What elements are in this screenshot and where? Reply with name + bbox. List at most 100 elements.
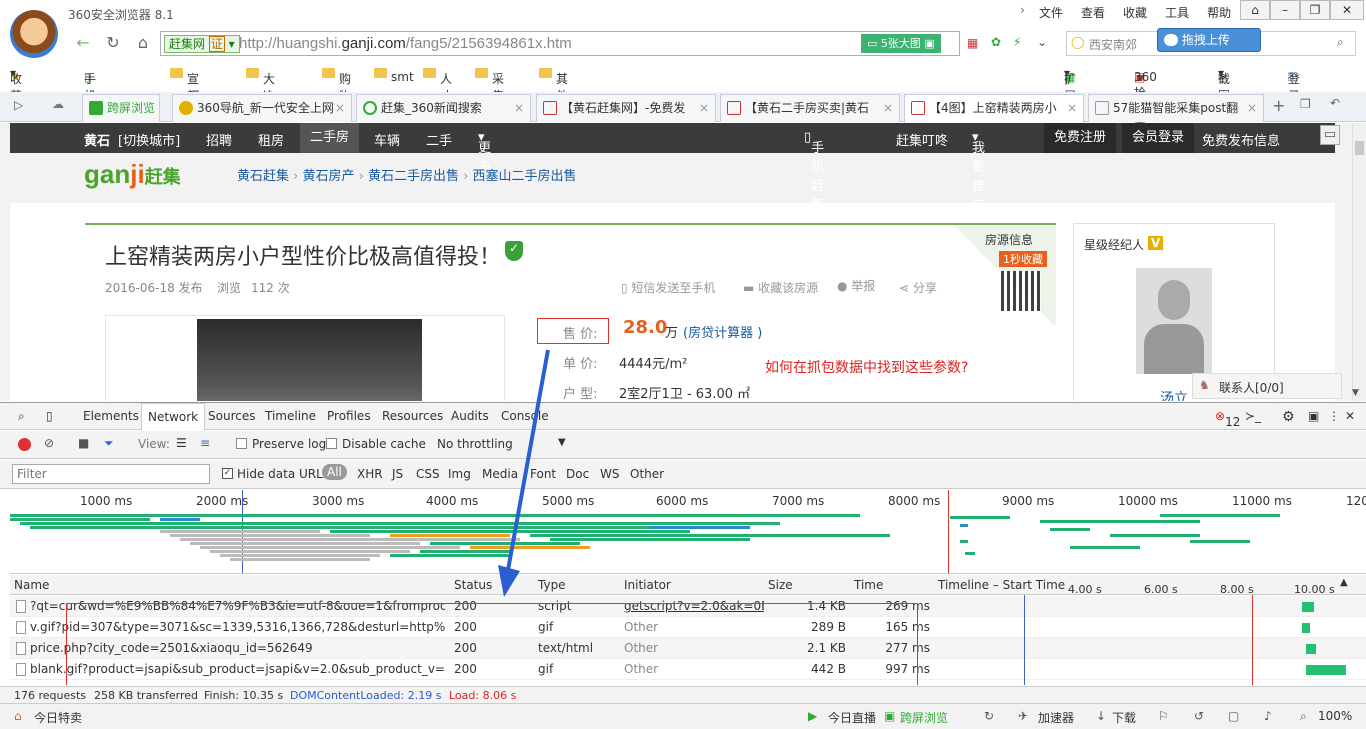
more-icon[interactable]: ⋮ — [1328, 409, 1340, 423]
sms-link[interactable]: ▯ 短信发送至手机 — [621, 279, 715, 296]
tab-elements[interactable]: Elements — [83, 409, 139, 423]
bookmark-folder[interactable]: smt — [374, 66, 414, 84]
tab-audits[interactable]: Audits — [451, 409, 489, 423]
filter-ws[interactable]: WS — [600, 467, 619, 481]
window-icon[interactable]: ▢ — [1228, 709, 1239, 723]
nav-dingdong[interactable]: 赶集叮咚 — [896, 130, 948, 149]
breadcrumb-link[interactable]: 西塞山二手房出售 — [473, 169, 577, 184]
tab-network[interactable]: Network — [141, 403, 206, 430]
cross-screen-link[interactable]: 跨屏浏览 — [900, 709, 948, 726]
tab-news-search[interactable]: 赶集_360新闻搜索 × — [356, 94, 531, 122]
loan-calculator-link[interactable]: (房贷计算器 ) — [683, 322, 762, 341]
settings-gear-icon[interactable]: ⚙ — [1282, 409, 1295, 425]
tab-list-icon[interactable]: ❐ — [1300, 97, 1311, 111]
tab-sources[interactable]: Sources — [208, 409, 255, 423]
filter-funnel-icon[interactable]: ⏷ — [104, 436, 114, 451]
dock-icon[interactable]: ▣ — [1308, 409, 1319, 423]
undo-close-icon[interactable]: ↶ — [1330, 96, 1340, 110]
screenshot-button[interactable]: ✂ 截图 ▾ — [1218, 66, 1230, 103]
image-count-badge[interactable]: ▭ 5张大图 ▣ — [861, 34, 941, 53]
verified-badge[interactable]: 赶集网 证 ▾ — [164, 35, 240, 53]
tab-cross-screen[interactable]: 跨屏浏览 — [82, 94, 160, 122]
hide-data-urls-checkbox[interactable]: ✓ — [222, 468, 233, 479]
new-tab-icon[interactable]: + — [1272, 96, 1285, 115]
bookmark-folder[interactable]: 其他 — [539, 66, 568, 103]
tab-listing[interactable]: 【4图】上窑精装两房小 × — [904, 94, 1084, 123]
chevron-right-icon[interactable]: › — [1020, 3, 1025, 17]
close-tab-icon[interactable]: × — [699, 95, 709, 121]
bookmark-folder[interactable]: 大冶微生 — [246, 66, 275, 137]
zoom-level[interactable]: 100% — [1318, 709, 1352, 723]
tab-ganji-home[interactable]: 【黄石赶集网】-免费发 × — [536, 94, 716, 122]
search-field[interactable]: ◯ 西安南郊 拖拽上传 ⌕ — [1066, 28, 1356, 56]
close-tab-icon[interactable]: × — [1067, 95, 1077, 121]
list-view-icon[interactable]: ☰ — [176, 436, 187, 450]
menu-file[interactable]: 文件 — [1030, 4, 1072, 21]
screenshot-capture-icon[interactable]: ■ — [78, 436, 89, 450]
search-icon[interactable]: ⌕ — [1337, 35, 1344, 50]
tab-timeline[interactable]: Timeline — [265, 409, 316, 423]
ganji-logo[interactable]: ganji赶集 — [84, 159, 181, 190]
scrollbar-thumb[interactable] — [1355, 141, 1364, 155]
bookmark-favorites[interactable]: ★ 收藏 ▾ — [10, 66, 22, 103]
calendar-icon[interactable]: ▦ — [967, 36, 978, 50]
accelerator-link[interactable]: 加速器 — [1038, 709, 1074, 726]
minimize-button[interactable]: – — [1270, 0, 1300, 20]
restore-icon[interactable]: ↺ — [1194, 709, 1204, 723]
menu-favorites[interactable]: 收藏 — [1114, 4, 1156, 21]
speed-icon[interactable]: ⚡ — [1013, 35, 1021, 49]
switch-city-link[interactable]: [切换城市] — [118, 130, 180, 149]
filter-js[interactable]: JS — [392, 467, 403, 481]
feedback-icon[interactable]: ▭ — [1320, 125, 1340, 145]
close-tab-icon[interactable]: × — [514, 95, 524, 121]
disable-cache-checkbox[interactable] — [326, 438, 337, 449]
close-devtools-icon[interactable]: ✕ — [1345, 409, 1355, 423]
home-icon[interactable]: ⌂ — [130, 30, 156, 56]
col-name[interactable]: Name — [14, 578, 49, 592]
dropdown-icon[interactable]: ⌄ — [1037, 35, 1047, 49]
tab-360-nav[interactable]: 360导航_新一代安全上网 × — [172, 94, 352, 122]
close-tab-icon[interactable]: × — [883, 95, 893, 121]
nav-used-goods[interactable]: 二手 — [426, 130, 452, 149]
menu-help[interactable]: 帮助 — [1198, 4, 1240, 21]
share-link[interactable]: ⋖ 分享 — [899, 279, 937, 296]
volume-icon[interactable]: ♪ — [1264, 709, 1272, 723]
bookmark-folder[interactable]: 购物 — [322, 66, 351, 103]
clear-icon[interactable]: ⊘ — [44, 436, 54, 450]
waterfall-view-icon[interactable]: ≡ — [200, 436, 210, 450]
close-tab-icon[interactable]: × — [1247, 95, 1257, 121]
maximize-button[interactable]: ❐ — [1300, 0, 1330, 20]
inspect-icon[interactable]: ⌕ — [18, 409, 25, 424]
scroll-down-icon[interactable]: ▼ — [1352, 388, 1359, 398]
extension-button[interactable]: ▦ 扩展 ▾ — [1064, 66, 1076, 103]
sidebar-toggle-icon[interactable]: ▷ — [14, 98, 23, 112]
filter-all[interactable]: All — [322, 464, 347, 480]
quick-save-badge[interactable]: 1秒收藏 — [999, 251, 1047, 267]
menu-view[interactable]: 查看 — [1072, 4, 1114, 21]
breadcrumb-link[interactable]: 黄石赶集 — [237, 169, 289, 184]
zoom-icon[interactable]: ⌕ — [1300, 709, 1307, 724]
error-count[interactable]: ⊗ 12 — [1215, 409, 1240, 429]
search-engine-icon[interactable]: ◯ — [1071, 35, 1084, 49]
url-field[interactable]: 赶集网 证 ▾ http://huangshi.ganji.com/fang5/… — [160, 31, 1047, 56]
filter-other[interactable]: Other — [630, 467, 664, 481]
console-drawer-icon[interactable]: ≻_ — [1245, 409, 1261, 423]
close-tab-icon[interactable]: × — [335, 95, 345, 121]
tab-profiles[interactable]: Profiles — [327, 409, 371, 423]
filter-xhr[interactable]: XHR — [357, 467, 383, 481]
listing-photo[interactable] — [197, 319, 422, 401]
nav-rent[interactable]: 租房 — [258, 130, 284, 149]
report-link[interactable]: ● 举报 — [837, 277, 875, 294]
refresh-icon[interactable]: ↻ — [100, 30, 126, 56]
agent-name[interactable]: 汤立 — [1160, 388, 1188, 401]
nav-mobile[interactable]: ▯ 手机赶集 — [804, 130, 824, 213]
upload-button[interactable]: 拖拽上传 — [1157, 28, 1261, 52]
download-link[interactable]: 下载 — [1112, 709, 1136, 726]
flag-icon[interactable]: ⚐ — [1158, 709, 1169, 723]
tab-collector[interactable]: 57能猫智能采集post翻 × — [1088, 94, 1264, 122]
cloud-tabs-icon[interactable]: ☁ — [52, 97, 64, 111]
sort-asc-icon[interactable]: ▲ — [1340, 577, 1348, 588]
tab-secondhand[interactable]: 【黄石二手房买卖|黄石 × — [720, 94, 900, 122]
refresh-status-icon[interactable]: ↻ — [984, 709, 994, 723]
record-icon[interactable] — [18, 438, 31, 451]
